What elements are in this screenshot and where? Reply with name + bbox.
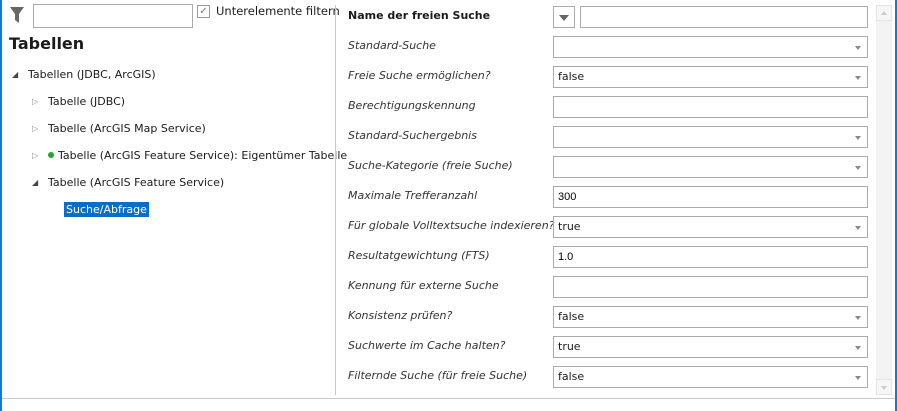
tree-title: Tabellen (9, 34, 85, 53)
property-dropdown[interactable] (553, 156, 868, 178)
property-row: Freie Suche ermöglichen? false (348, 66, 868, 90)
property-label: Konsistenz prüfen? (348, 309, 453, 322)
property-input[interactable] (553, 246, 868, 268)
property-row: Maximale Trefferanzahl (348, 186, 868, 210)
property-input[interactable] (580, 6, 868, 28)
property-dropdown[interactable]: true (553, 336, 868, 358)
property-row: Suche-Kategorie (freie Suche) (348, 156, 868, 180)
property-row-name: Name der freien Suche (348, 6, 868, 30)
property-label: Kennung für externe Suche (348, 279, 499, 292)
property-row: Standard-Suchergebnis (348, 126, 868, 150)
subelements-filter-label[interactable]: Unterelemente filtern (216, 4, 340, 18)
property-label: Berechtigungskennung (348, 99, 476, 112)
panel-divider[interactable] (335, 5, 336, 395)
tree-item-label: Tabelle (ArcGIS Map Service) (48, 121, 206, 135)
filter-icon[interactable] (9, 6, 25, 24)
property-row: Standard-Suche (348, 36, 868, 60)
property-dropdown[interactable] (553, 126, 868, 148)
property-dropdown[interactable] (553, 36, 868, 58)
tree-item-feature-service-owner[interactable]: ▷ Tabelle (ArcGIS Feature Service): Eigen… (32, 147, 347, 163)
tree-item-suche-abfrage[interactable]: Suche/Abfrage (64, 201, 149, 217)
property-label: Standard-Suchergebnis (348, 129, 477, 142)
collapsed-triangle-icon[interactable]: ▷ (32, 97, 42, 106)
tree-item-feature-service[interactable]: ◢ Tabelle (ArcGIS Feature Service) (32, 174, 224, 190)
expanded-triangle-icon[interactable]: ◢ (12, 70, 22, 79)
property-label: Standard-Suche (348, 39, 436, 52)
property-input[interactable] (553, 186, 868, 208)
property-label: Maximale Trefferanzahl (348, 189, 478, 202)
tree-item-label: Tabelle (ArcGIS Feature Service): Eigent… (58, 148, 348, 162)
tree-item-map-service[interactable]: ▷ Tabelle (ArcGIS Map Service) (32, 120, 206, 136)
property-label: Resultatgewichtung (FTS) (348, 249, 490, 262)
property-dropdown[interactable]: false (553, 306, 868, 328)
property-dropdown[interactable]: false (553, 366, 868, 388)
tree-item-jdbc[interactable]: ▷ Tabelle (JDBC) (32, 93, 125, 109)
collapsed-triangle-icon[interactable]: ▷ (32, 124, 42, 133)
property-input[interactable] (553, 276, 868, 298)
collapsed-triangle-icon[interactable]: ▷ (32, 151, 42, 160)
status-dot-icon (48, 152, 54, 158)
tree-item-label: Tabelle (JDBC) (48, 94, 126, 108)
property-dropdown[interactable]: false (553, 66, 868, 88)
scroll-up-icon[interactable] (876, 5, 892, 21)
tree-item-label: Suche/Abfrage (64, 201, 149, 217)
scroll-down-icon[interactable] (876, 379, 892, 395)
property-row: Resultatgewichtung (FTS) (348, 246, 868, 270)
tree-item-label: Tabelle (ArcGIS Feature Service) (48, 175, 225, 189)
subelements-filter-checkbox[interactable]: ✓ (197, 5, 210, 18)
property-label: Suche-Kategorie (freie Suche) (348, 159, 513, 172)
tree-item-tabellen-root[interactable]: ◢ Tabellen (JDBC, ArcGIS) (12, 66, 156, 82)
expanded-triangle-icon[interactable]: ◢ (32, 178, 42, 187)
property-label: Für globale Volltextsuche indexieren? (348, 219, 555, 232)
tree-filter-input[interactable] (33, 4, 193, 28)
property-row: Suchwerte im Cache halten? true (348, 336, 868, 360)
property-input[interactable] (553, 96, 868, 118)
property-row: Berechtigungskennung (348, 96, 868, 120)
property-label: Freie Suche ermöglichen? (348, 69, 491, 82)
tree-item-label: Tabellen (JDBC, ArcGIS) (28, 67, 156, 81)
bottom-divider (2, 398, 895, 399)
property-row: Kennung für externe Suche (348, 276, 868, 300)
vertical-scrollbar[interactable] (876, 5, 892, 395)
property-row: Konsistenz prüfen? false (348, 306, 868, 330)
property-label: Name der freien Suche (348, 9, 491, 22)
property-row: Filternde Suche (für freie Suche) false (348, 366, 868, 390)
property-label: Filternde Suche (für freie Suche) (348, 369, 528, 382)
property-label: Suchwerte im Cache halten? (348, 339, 506, 352)
language-dropdown-button[interactable] (553, 6, 575, 28)
property-row: Für globale Volltextsuche indexieren? tru… (348, 216, 868, 240)
property-dropdown[interactable]: true (553, 216, 868, 238)
